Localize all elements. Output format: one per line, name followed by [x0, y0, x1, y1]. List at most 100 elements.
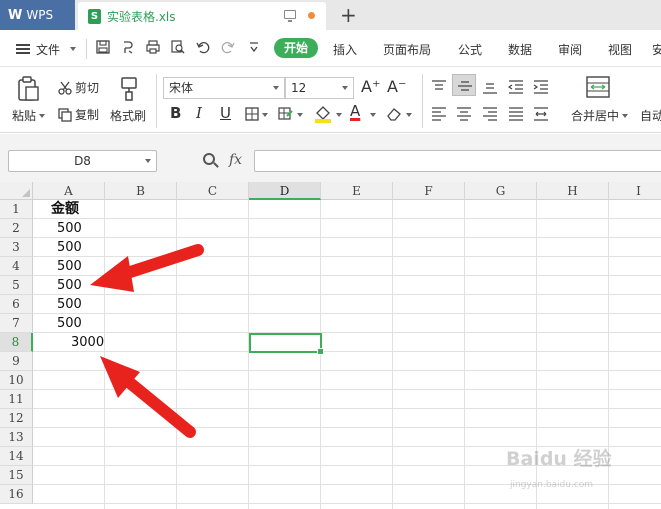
- row-header-5[interactable]: 5: [0, 276, 33, 295]
- row-header-3[interactable]: 3: [0, 238, 33, 257]
- merge-center-button[interactable]: 合并居中: [571, 107, 629, 124]
- column-header-i[interactable]: I: [609, 182, 661, 200]
- justify-icon[interactable]: [508, 107, 524, 121]
- row-header-9[interactable]: 9: [0, 352, 33, 371]
- tab-page-layout[interactable]: 页面布局: [383, 41, 431, 58]
- align-center-icon[interactable]: [456, 107, 472, 121]
- align-left-icon[interactable]: [431, 107, 447, 121]
- redo-icon[interactable]: [221, 40, 235, 54]
- merge-center-dropdown-icon[interactable]: [622, 113, 629, 118]
- decrease-font-button[interactable]: A⁻: [387, 77, 406, 96]
- row-header-11[interactable]: 11: [0, 390, 33, 409]
- formula-input[interactable]: [254, 150, 661, 172]
- merge-center-icon[interactable]: [586, 76, 610, 98]
- cut-button[interactable]: 剪切: [58, 79, 99, 96]
- borders-dropdown-icon[interactable]: [262, 113, 268, 117]
- row-header-4[interactable]: 4: [0, 257, 33, 276]
- output-icon[interactable]: [121, 40, 135, 54]
- tab-security[interactable]: 安: [652, 41, 661, 58]
- increase-font-button[interactable]: A⁺: [361, 77, 380, 96]
- column-header-f[interactable]: F: [393, 182, 465, 200]
- cell-a3[interactable]: 500: [57, 238, 82, 257]
- cell-a6[interactable]: 500: [57, 295, 82, 314]
- select-all-corner[interactable]: [0, 182, 33, 200]
- decrease-indent-icon[interactable]: [508, 80, 524, 94]
- row-header-14[interactable]: 14: [0, 447, 33, 466]
- tab-start[interactable]: 开始: [274, 38, 318, 58]
- menu-file[interactable]: 文件: [36, 41, 60, 58]
- format-painter-icon[interactable]: [118, 76, 140, 102]
- cell-a8[interactable]: 3000: [71, 333, 104, 352]
- align-top-icon[interactable]: [431, 80, 447, 94]
- monitor-icon[interactable]: [284, 10, 296, 22]
- row-header-6[interactable]: 6: [0, 295, 33, 314]
- column-header-g[interactable]: G: [465, 182, 537, 200]
- name-box[interactable]: D8: [8, 150, 157, 172]
- row-header-15[interactable]: 15: [0, 466, 33, 485]
- row-header-2[interactable]: 2: [0, 219, 33, 238]
- paste-button[interactable]: 粘贴: [12, 107, 46, 124]
- cell-a7[interactable]: 500: [57, 314, 82, 333]
- row-header-8[interactable]: 8: [0, 333, 33, 352]
- clear-format-icon[interactable]: [386, 107, 402, 121]
- auto-wrap-button[interactable]: 自动: [640, 107, 661, 124]
- paste-icon[interactable]: [16, 76, 40, 102]
- wps-home-tab[interactable]: W WPS: [0, 0, 75, 30]
- insert-function-button[interactable]: fx: [229, 152, 242, 168]
- tab-view[interactable]: 视图: [608, 41, 632, 58]
- row-header-16[interactable]: 16: [0, 485, 33, 504]
- font-color-dropdown-icon[interactable]: [370, 113, 376, 117]
- cell-a5[interactable]: 500: [57, 276, 82, 295]
- row-header-12[interactable]: 12: [0, 409, 33, 428]
- format-painter-button[interactable]: 格式刷: [110, 107, 146, 124]
- active-cell-selection[interactable]: [249, 333, 324, 355]
- save-icon[interactable]: [96, 40, 110, 54]
- increase-indent-icon[interactable]: [533, 80, 549, 94]
- cell-style-icon[interactable]: [278, 107, 294, 121]
- row-header-7[interactable]: 7: [0, 314, 33, 333]
- hamburger-menu-icon[interactable]: [16, 44, 30, 54]
- font-size-select[interactable]: 12: [285, 77, 354, 99]
- customize-quick-access-icon[interactable]: [247, 40, 261, 54]
- file-dropdown-icon[interactable]: [70, 47, 76, 51]
- font-name-dropdown-icon[interactable]: [273, 86, 279, 90]
- align-right-icon[interactable]: [482, 107, 498, 121]
- name-box-dropdown-icon[interactable]: [145, 159, 151, 163]
- tab-data[interactable]: 数据: [508, 41, 532, 58]
- tab-insert[interactable]: 插入: [333, 41, 357, 58]
- paste-dropdown-icon[interactable]: [39, 113, 46, 118]
- tab-review[interactable]: 审阅: [558, 41, 582, 58]
- new-tab-button[interactable]: +: [340, 3, 357, 27]
- fill-color-icon[interactable]: [314, 106, 332, 123]
- bold-button[interactable]: B: [170, 104, 181, 122]
- print-icon[interactable]: [146, 40, 160, 54]
- clear-dropdown-icon[interactable]: [406, 113, 412, 117]
- font-color-button[interactable]: A: [350, 102, 360, 120]
- search-function-icon[interactable]: [203, 153, 215, 165]
- column-header-d[interactable]: D: [249, 182, 321, 200]
- cell-a2[interactable]: 500: [57, 219, 82, 238]
- row-header-13[interactable]: 13: [0, 428, 33, 447]
- cell-style-dropdown-icon[interactable]: [297, 113, 303, 117]
- font-size-dropdown-icon[interactable]: [342, 86, 348, 90]
- column-header-h[interactable]: H: [537, 182, 609, 200]
- tab-formulas[interactable]: 公式: [458, 41, 482, 58]
- row-header-1[interactable]: 1: [0, 200, 33, 219]
- column-header-e[interactable]: E: [321, 182, 393, 200]
- italic-button[interactable]: I: [196, 104, 202, 122]
- font-name-select[interactable]: 宋体: [163, 77, 285, 99]
- document-tab[interactable]: S 实验表格.xls: [78, 2, 326, 30]
- copy-button[interactable]: 复制: [58, 106, 99, 123]
- column-header-c[interactable]: C: [177, 182, 249, 200]
- cell-a4[interactable]: 500: [57, 257, 82, 276]
- borders-icon[interactable]: [245, 107, 259, 121]
- column-header-a[interactable]: A: [33, 182, 105, 200]
- column-header-b[interactable]: B: [105, 182, 177, 200]
- align-bottom-icon[interactable]: [482, 80, 498, 94]
- distributed-align-icon[interactable]: [533, 107, 549, 121]
- fill-color-dropdown-icon[interactable]: [336, 113, 342, 117]
- cell-a1[interactable]: 金额: [51, 200, 79, 219]
- print-preview-icon[interactable]: [171, 40, 185, 54]
- row-header-10[interactable]: 10: [0, 371, 33, 390]
- underline-button[interactable]: U: [220, 104, 231, 122]
